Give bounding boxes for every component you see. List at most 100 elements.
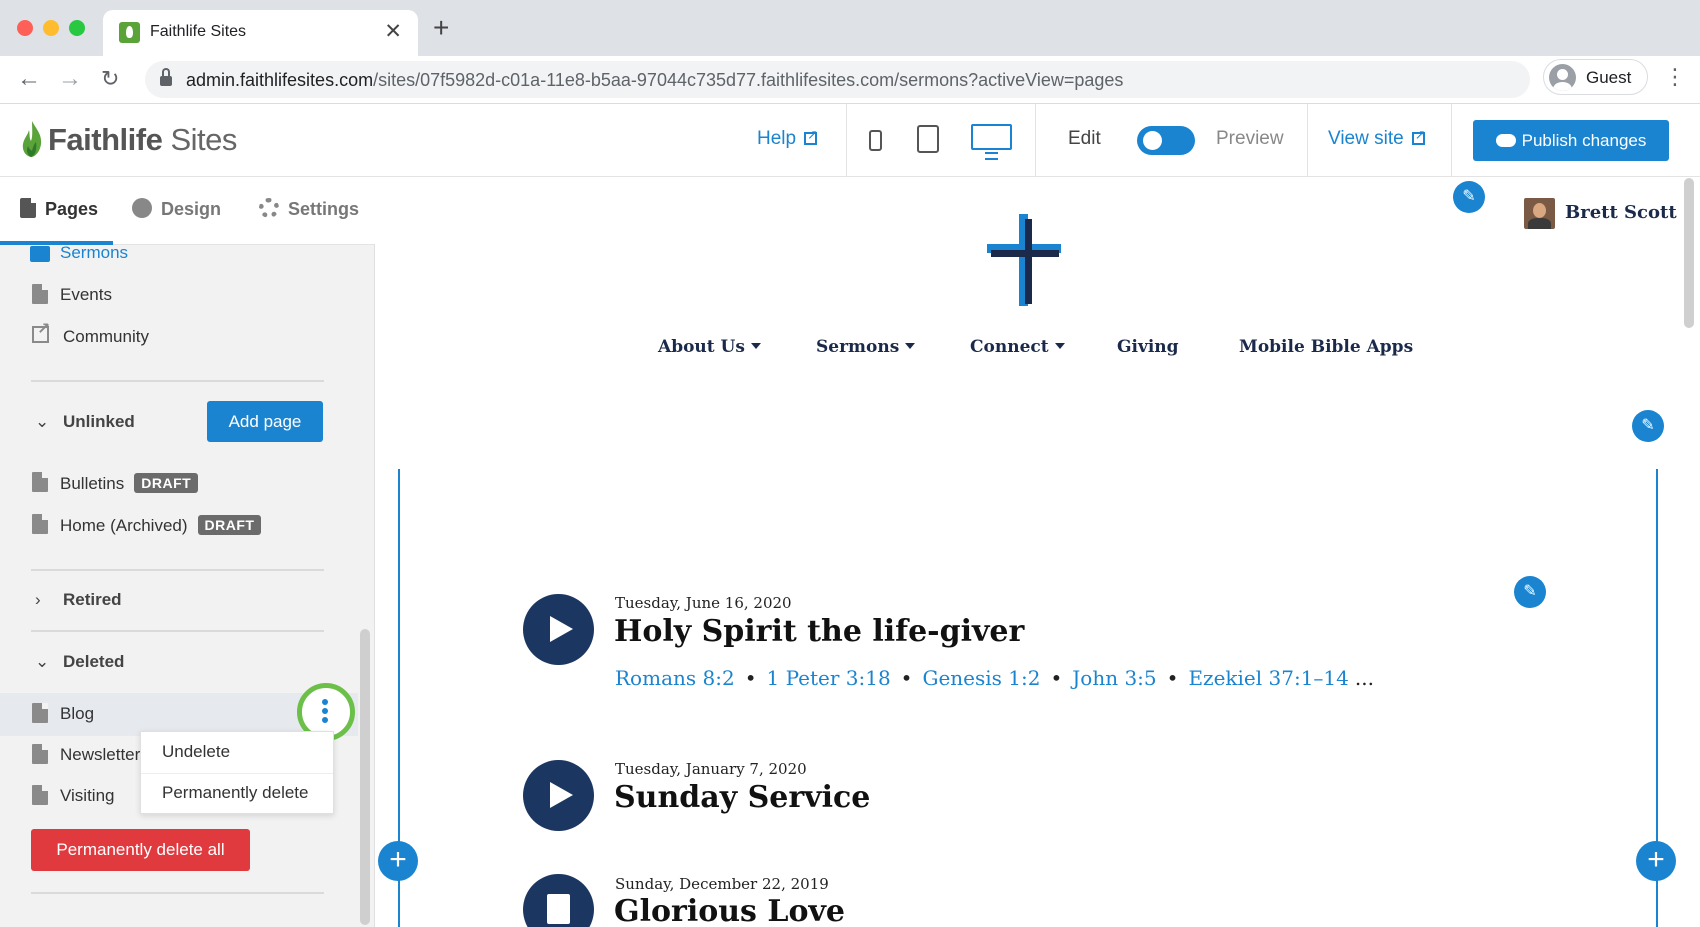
sidebar: Pages Design Settings Sermons Events Com… bbox=[0, 178, 375, 927]
draft-badge: DRAFT bbox=[197, 515, 262, 535]
page-icon bbox=[32, 703, 48, 723]
sidebar-item-label: Visiting bbox=[60, 786, 115, 805]
scripture-link[interactable]: Ezekiel 37:1–14 bbox=[1188, 666, 1348, 690]
add-section-left-button[interactable]: + bbox=[378, 841, 418, 881]
faithlife-favicon-icon bbox=[119, 22, 140, 43]
profile-button[interactable]: Guest bbox=[1543, 59, 1648, 95]
scripture-link[interactable]: Genesis 1:2 bbox=[922, 666, 1040, 690]
edit-preview-toggle[interactable] bbox=[1137, 126, 1195, 155]
reload-icon[interactable]: ↻ bbox=[101, 64, 119, 94]
faithlife-flame-icon bbox=[22, 121, 42, 157]
app-header: Faithlife Sites Help Edit Preview View s… bbox=[0, 104, 1700, 177]
sermon-date: Tuesday, January 7, 2020 bbox=[615, 760, 807, 778]
site-nav-giving[interactable]: Giving bbox=[1117, 337, 1179, 357]
sidebar-item-label: Events bbox=[60, 285, 112, 304]
scripture-link[interactable]: Romans 8:2 bbox=[615, 666, 735, 690]
avatar[interactable] bbox=[1524, 198, 1555, 229]
page-icon bbox=[32, 744, 48, 764]
menu-item-undelete[interactable]: Undelete bbox=[162, 742, 230, 762]
header-divider bbox=[1035, 104, 1036, 177]
profile-avatar-icon bbox=[1549, 64, 1576, 91]
browser-menu-icon[interactable]: ⋮ bbox=[1664, 66, 1686, 88]
sermon-title[interactable]: Holy Spirit the life-giver bbox=[614, 614, 1024, 649]
add-section-right-button[interactable]: + bbox=[1636, 841, 1676, 881]
chevron-right-icon: › bbox=[35, 590, 41, 609]
page-icon bbox=[32, 284, 48, 304]
sermon-title[interactable]: Glorious Love bbox=[614, 894, 845, 927]
close-window-button[interactable] bbox=[17, 20, 33, 36]
edit-sermons-pencil-icon[interactable]: ✎ bbox=[1514, 576, 1546, 608]
tablet-view-icon[interactable] bbox=[917, 125, 939, 153]
section-title: Unlinked bbox=[63, 412, 135, 431]
tab-close-icon[interactable]: ✕ bbox=[384, 19, 402, 44]
header-divider bbox=[1451, 104, 1452, 177]
external-link-icon bbox=[1411, 127, 1426, 145]
tab-design[interactable]: Design bbox=[132, 198, 221, 220]
maximize-window-button[interactable] bbox=[69, 20, 85, 36]
menu-item-permanently-delete[interactable]: Permanently delete bbox=[162, 783, 308, 803]
preview-scrollbar[interactable] bbox=[1684, 178, 1694, 328]
help-link[interactable]: Help bbox=[757, 127, 818, 150]
preview-mode-label[interactable]: Preview bbox=[1216, 128, 1284, 150]
back-icon[interactable]: ← bbox=[17, 64, 41, 94]
section-divider bbox=[31, 630, 324, 632]
page-icon bbox=[32, 514, 48, 534]
tab-title: Faithlife Sites bbox=[150, 23, 247, 40]
section-retired-header[interactable]: › Retired bbox=[35, 590, 122, 610]
palette-icon bbox=[132, 198, 152, 218]
url-text: admin.faithlifesites.com/sites/07f5982d-… bbox=[186, 70, 1123, 91]
tab-label: Design bbox=[161, 199, 222, 219]
section-deleted-header[interactable]: ⌄ Deleted bbox=[35, 652, 124, 672]
lock-icon bbox=[160, 68, 172, 86]
site-nav-mobile-bible-apps[interactable]: Mobile Bible Apps bbox=[1239, 337, 1413, 357]
caret-down-icon bbox=[750, 343, 761, 349]
kebab-icon bbox=[322, 699, 328, 725]
site-nav-sermons[interactable]: Sermons bbox=[816, 337, 916, 357]
scripture-link[interactable]: John 3:5 bbox=[1072, 666, 1156, 690]
sermon-title[interactable]: Sunday Service bbox=[614, 780, 870, 815]
page-name: Home (Archived) bbox=[60, 516, 188, 535]
tab-settings[interactable]: Settings bbox=[259, 198, 359, 220]
page-name: Bulletins bbox=[60, 474, 125, 493]
sidebar-item-label: Home (Archived) DRAFT bbox=[60, 515, 262, 536]
caret-down-icon bbox=[1054, 343, 1065, 349]
tab-label: Settings bbox=[288, 199, 360, 219]
nav-label: Sermons bbox=[816, 337, 900, 357]
section-divider bbox=[31, 569, 324, 571]
edit-section-pencil-icon[interactable]: ✎ bbox=[1632, 410, 1664, 442]
edit-header-pencil-icon[interactable]: ✎ bbox=[1453, 181, 1485, 213]
minimize-window-button[interactable] bbox=[43, 20, 59, 36]
menu-divider bbox=[141, 773, 333, 774]
page-icon bbox=[32, 785, 48, 805]
external-link-icon bbox=[804, 127, 818, 145]
view-site-link[interactable]: View site bbox=[1328, 127, 1426, 150]
site-nav-about-us[interactable]: About Us bbox=[658, 337, 761, 357]
logo-product: Sites bbox=[170, 122, 237, 157]
section-unlinked-header[interactable]: ⌄ Unlinked bbox=[35, 412, 135, 432]
tab-pages[interactable]: Pages bbox=[20, 198, 98, 220]
add-page-button[interactable]: Add page bbox=[207, 401, 323, 442]
browser-tab[interactable]: Faithlife Sites ✕ bbox=[103, 10, 418, 56]
url-path: /sites/07f5982d-c01a-11e8-b5aa-97044c735… bbox=[373, 70, 1124, 90]
desktop-view-icon[interactable] bbox=[971, 124, 1012, 160]
publish-label: Publish changes bbox=[1521, 131, 1647, 150]
sermon-play-button[interactable] bbox=[523, 594, 594, 665]
view-site-label: View site bbox=[1328, 128, 1404, 149]
sidebar-scrollbar[interactable] bbox=[360, 629, 370, 925]
address-bar[interactable]: admin.faithlifesites.com/sites/07f5982d-… bbox=[145, 61, 1530, 98]
forward-icon[interactable]: → bbox=[58, 64, 82, 94]
user-name[interactable]: Brett Scott bbox=[1565, 202, 1677, 223]
sermon-document-icon[interactable] bbox=[523, 874, 594, 927]
sermon-date: Sunday, December 22, 2019 bbox=[615, 875, 829, 893]
app-logo[interactable]: Faithlife Sites bbox=[48, 122, 237, 158]
sermon-date: Tuesday, June 16, 2020 bbox=[615, 594, 792, 612]
mobile-view-icon[interactable] bbox=[869, 130, 882, 151]
header-divider bbox=[1307, 104, 1308, 177]
scripture-link[interactable]: 1 Peter 3:18 bbox=[766, 666, 890, 690]
edit-mode-label[interactable]: Edit bbox=[1068, 128, 1101, 150]
site-nav-connect[interactable]: Connect bbox=[970, 337, 1065, 357]
publish-changes-button[interactable]: Publish changes bbox=[1473, 120, 1669, 170]
permanently-delete-all-button[interactable]: Permanently delete all bbox=[31, 829, 250, 871]
sermon-play-button[interactable] bbox=[523, 760, 594, 831]
new-tab-button[interactable]: + bbox=[433, 14, 449, 42]
